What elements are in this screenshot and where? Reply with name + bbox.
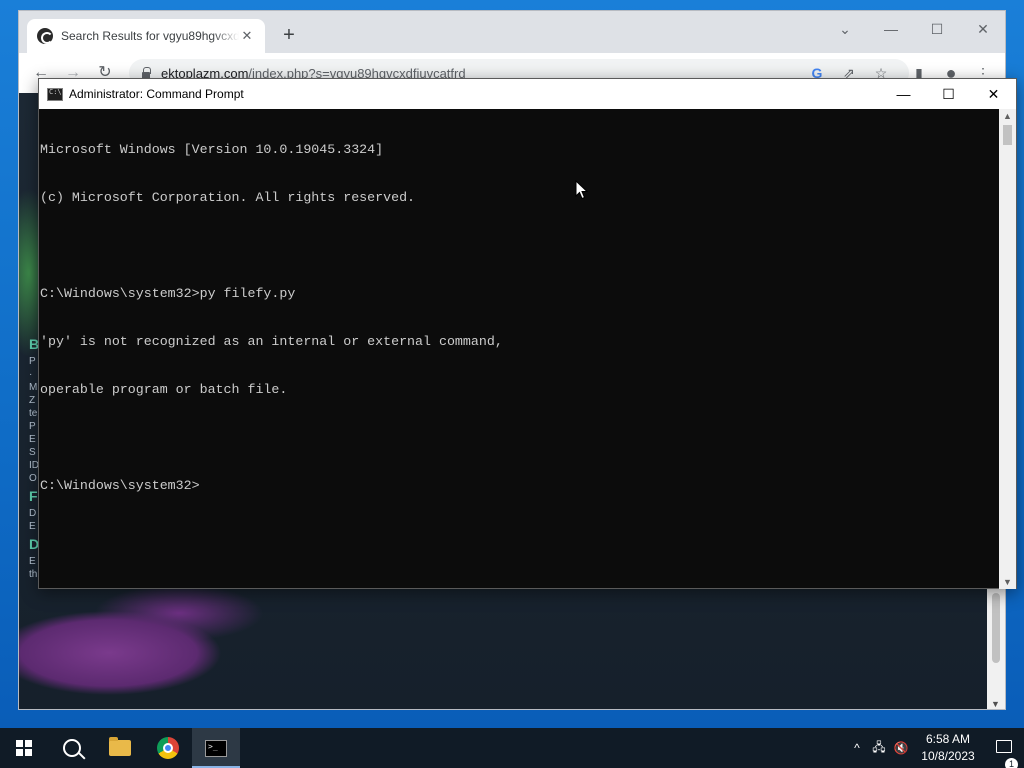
search-icon	[63, 739, 81, 757]
console-line: Microsoft Windows [Version 10.0.19045.33…	[40, 142, 384, 157]
chrome-tabstrip: Search Results for vgyu89hgvcxdfiuvcatfr…	[19, 11, 1005, 53]
tab-search-button[interactable]: ⌄	[825, 17, 865, 41]
cmd-scroll-thumb[interactable]	[1003, 125, 1012, 145]
windows-logo-icon	[16, 740, 32, 756]
mouse-pointer-icon	[575, 180, 589, 200]
chrome-scroll-thumb[interactable]	[992, 593, 1000, 663]
cmd-app-icon[interactable]	[47, 87, 63, 101]
chrome-scroll-down-icon[interactable]: ▼	[991, 699, 1000, 709]
cmd-console-output[interactable]: Microsoft Windows [Version 10.0.19045.33…	[39, 109, 1001, 589]
volume-muted-icon[interactable]: 🔇	[890, 741, 912, 755]
notification-icon	[996, 740, 1012, 753]
show-hidden-icons-chevron-icon[interactable]: ^	[846, 741, 868, 755]
search-button[interactable]	[48, 728, 96, 768]
system-tray: ^ 🖧 🔇 6:58 AM 10/8/2023 1	[846, 728, 1024, 768]
clock-date: 10/8/2023	[921, 749, 975, 763]
browser-tab[interactable]: Search Results for vgyu89hgvcxdfiuvcatfr…	[27, 19, 265, 53]
new-tab-button[interactable]: +	[277, 23, 301, 47]
cmd-scroll-down-icon[interactable]: ▼	[1003, 577, 1012, 587]
clock-time: 6:58 AM	[925, 732, 971, 746]
chrome-minimize-button[interactable]: —	[871, 17, 911, 41]
cmd-scrollbar[interactable]: ▲ ▼	[999, 109, 1016, 589]
taskbar-chrome[interactable]	[144, 728, 192, 768]
action-center-button[interactable]: 1	[984, 740, 1024, 768]
cmd-titlebar[interactable]: Administrator: Command Prompt — ☐ ✕	[39, 79, 1016, 109]
notification-count-badge: 1	[1005, 758, 1018, 768]
network-icon[interactable]: 🖧	[868, 738, 890, 759]
console-line: C:\Windows\system32>py filefy.py	[40, 286, 296, 301]
taskbar: ^ 🖧 🔇 6:58 AM 10/8/2023 1	[0, 728, 1024, 768]
command-prompt-window[interactable]: Administrator: Command Prompt — ☐ ✕ Micr…	[38, 78, 1017, 589]
chrome-icon	[157, 737, 179, 759]
taskbar-command-prompt[interactable]	[192, 728, 240, 768]
cmd-window-title: Administrator: Command Prompt	[69, 87, 244, 101]
clock[interactable]: 6:58 AM 10/8/2023	[912, 731, 984, 765]
cmd-scroll-up-icon[interactable]: ▲	[1003, 111, 1012, 121]
cmd-minimize-button[interactable]: —	[881, 79, 926, 109]
cmd-maximize-button[interactable]: ☐	[926, 79, 971, 109]
chrome-close-button[interactable]: ✕	[963, 17, 1003, 41]
tab-close-icon[interactable]: ✕	[239, 28, 255, 44]
ektoplazm-favicon-icon	[37, 28, 53, 44]
cmd-close-button[interactable]: ✕	[971, 79, 1016, 109]
console-line: 'py' is not recognized as an internal or…	[40, 334, 503, 349]
start-button[interactable]	[0, 728, 48, 768]
console-line: operable program or batch file.	[40, 382, 288, 397]
console-prompt-line[interactable]: C:\Windows\system32>	[40, 478, 1001, 494]
taskbar-file-explorer[interactable]	[96, 728, 144, 768]
console-line: (c) Microsoft Corporation. All rights re…	[40, 190, 416, 205]
command-prompt-icon	[205, 739, 227, 757]
tab-title: Search Results for vgyu89hgvcxdfiuvcatfr…	[61, 29, 239, 43]
chrome-maximize-button[interactable]: ☐	[917, 17, 957, 41]
folder-icon	[109, 737, 131, 756]
